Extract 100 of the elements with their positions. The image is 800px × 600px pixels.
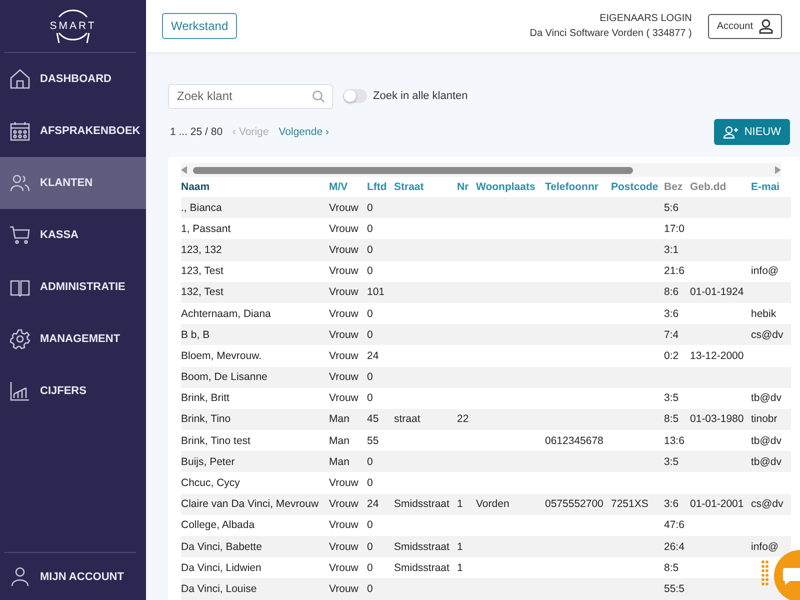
scroll-right-icon[interactable] bbox=[775, 166, 781, 174]
table-cell: 47:6 bbox=[664, 519, 684, 532]
table-cell: 0 bbox=[367, 202, 373, 214]
horizontal-scrollbar[interactable] bbox=[181, 163, 781, 177]
table-cell: 55 bbox=[367, 434, 379, 447]
column-header[interactable]: Lftd bbox=[367, 181, 394, 193]
search-field[interactable]: Zoek klant bbox=[168, 84, 333, 108]
search-icon bbox=[312, 90, 325, 102]
table-cell: 26:4 bbox=[664, 540, 684, 553]
column-header[interactable]: Postcode bbox=[611, 181, 664, 193]
table-cell: tb@dv bbox=[751, 434, 782, 447]
home-icon bbox=[9, 68, 31, 90]
table-cell: 13-12-2000 bbox=[690, 350, 744, 362]
column-header[interactable]: Woonplaats bbox=[476, 181, 545, 193]
column-header[interactable]: Naam bbox=[181, 181, 329, 193]
table-cell: tb@dv bbox=[751, 456, 782, 468]
table-cell: Da Vinci, Louise bbox=[181, 582, 257, 595]
nav-item[interactable]: ADMINISTRATIE bbox=[0, 261, 146, 313]
table-cell: tinobr bbox=[751, 413, 778, 426]
cart-icon bbox=[9, 224, 31, 246]
table-cell: Vrouw bbox=[329, 350, 358, 362]
nav-item[interactable]: KLANTEN bbox=[0, 157, 146, 209]
table-cell: 123, Test bbox=[181, 265, 224, 278]
table-cell: Vrouw bbox=[329, 498, 358, 510]
table-cell: 1 bbox=[457, 562, 463, 574]
table-cell: cs@dv bbox=[751, 328, 784, 341]
toggle-switch[interactable] bbox=[343, 89, 367, 103]
table-cell: 55:5 bbox=[664, 582, 684, 595]
table-cell: 0612345678 bbox=[545, 434, 604, 447]
nav-item[interactable]: MIJN ACCOUNT bbox=[0, 553, 146, 600]
table-cell: Brink, Britt bbox=[181, 392, 230, 404]
nav-item[interactable]: MANAGEMENT bbox=[0, 313, 146, 365]
table-cell: Da Vinci, Babette bbox=[181, 540, 262, 553]
table-cell: Vrouw bbox=[329, 519, 358, 532]
table-cell: Boom, De Lisanne bbox=[181, 371, 268, 384]
table-cell: Vrouw bbox=[329, 328, 358, 341]
table-cell: 24 bbox=[367, 498, 379, 510]
table-cell: 0 bbox=[367, 392, 373, 404]
table-cell: 0 bbox=[367, 328, 373, 341]
table-cell: Vrouw bbox=[329, 540, 358, 553]
column-header[interactable]: Straat bbox=[394, 181, 457, 193]
logo-text: SMART bbox=[50, 20, 96, 32]
column-header[interactable]: Telefoonnr bbox=[545, 181, 611, 193]
table-cell: 5:6 bbox=[664, 202, 679, 214]
column-header[interactable]: Geb.dd bbox=[690, 181, 751, 193]
nav-item[interactable]: DASHBOARD bbox=[0, 53, 146, 105]
table-cell: 0:2 bbox=[664, 350, 679, 362]
table-cell: 13:6 bbox=[664, 434, 684, 447]
table-cell: 0 bbox=[367, 308, 373, 320]
page-range: 1 ... 25 / 80 bbox=[170, 126, 223, 138]
table-cell: 3:1 bbox=[664, 244, 679, 256]
table-cell: hebik bbox=[751, 308, 776, 320]
calendar-icon bbox=[9, 120, 31, 142]
scroll-left-icon[interactable] bbox=[181, 166, 187, 174]
table-cell: Vrouw bbox=[329, 371, 358, 384]
nav-item[interactable]: KASSA bbox=[0, 209, 146, 261]
table-cell: 45 bbox=[367, 413, 379, 426]
table-cell: 7251XS bbox=[611, 498, 648, 510]
table-cell: Chcuc, Cycy bbox=[181, 477, 240, 490]
table-cell: Vrouw bbox=[329, 392, 358, 404]
table-cell: 7:4 bbox=[664, 328, 679, 341]
table-cell: 8:5 bbox=[664, 413, 679, 426]
table-cell: College, Albada bbox=[181, 519, 255, 532]
chat-icon bbox=[782, 566, 800, 586]
next-link[interactable]: Volgende › bbox=[278, 126, 329, 138]
table-cell: Brink, Tino test bbox=[181, 434, 250, 447]
table-cell: Vrouw bbox=[329, 202, 358, 214]
table-cell: Vrouw bbox=[329, 265, 358, 278]
table-cell: 01-01-1924 bbox=[690, 286, 744, 298]
column-header[interactable]: Nr bbox=[457, 181, 476, 193]
table-cell: Vrouw bbox=[329, 582, 358, 595]
table-cell: 8:6 bbox=[664, 286, 679, 298]
new-button[interactable]: NIEUW bbox=[714, 119, 790, 145]
company-name: Da Vinci Software Vorden ( 334877 ) bbox=[530, 28, 692, 39]
nav-item[interactable]: CIJFERS bbox=[0, 365, 146, 417]
column-header[interactable]: E-mai bbox=[751, 181, 791, 193]
drag-handle-icon[interactable] bbox=[761, 560, 769, 586]
account-button[interactable]: Account bbox=[708, 14, 782, 38]
column-header[interactable]: Bez bbox=[664, 181, 690, 193]
table-cell: 0 bbox=[367, 477, 373, 490]
column-header[interactable]: M/V bbox=[329, 181, 367, 193]
nav-item[interactable]: AFSPRAKENBOEK bbox=[0, 105, 146, 157]
table-cell: Bloem, Mevrouw. bbox=[181, 350, 262, 362]
table-cell: 0 bbox=[367, 222, 373, 235]
table-cell: info@ bbox=[751, 265, 779, 278]
table-cell: info@ bbox=[751, 540, 779, 553]
table-cell: 3:5 bbox=[664, 392, 679, 404]
werkstand-button[interactable]: Werkstand bbox=[162, 13, 238, 39]
table-cell: Vrouw bbox=[329, 308, 358, 320]
table-cell: 21:6 bbox=[664, 265, 684, 278]
table-cell: Da Vinci, Lidwien bbox=[181, 562, 262, 574]
table-cell: 1 bbox=[457, 540, 463, 553]
table-cell: Man bbox=[329, 456, 350, 468]
table-cell: 8:5 bbox=[664, 562, 679, 574]
table-cell: cs@dv bbox=[751, 498, 784, 510]
table-cell: ., Bianca bbox=[181, 202, 222, 214]
table-cell: Achternaam, Diana bbox=[181, 308, 271, 320]
table-cell: 0 bbox=[367, 540, 373, 553]
table-cell: 24 bbox=[367, 350, 379, 362]
table-cell: 0 bbox=[367, 371, 373, 384]
